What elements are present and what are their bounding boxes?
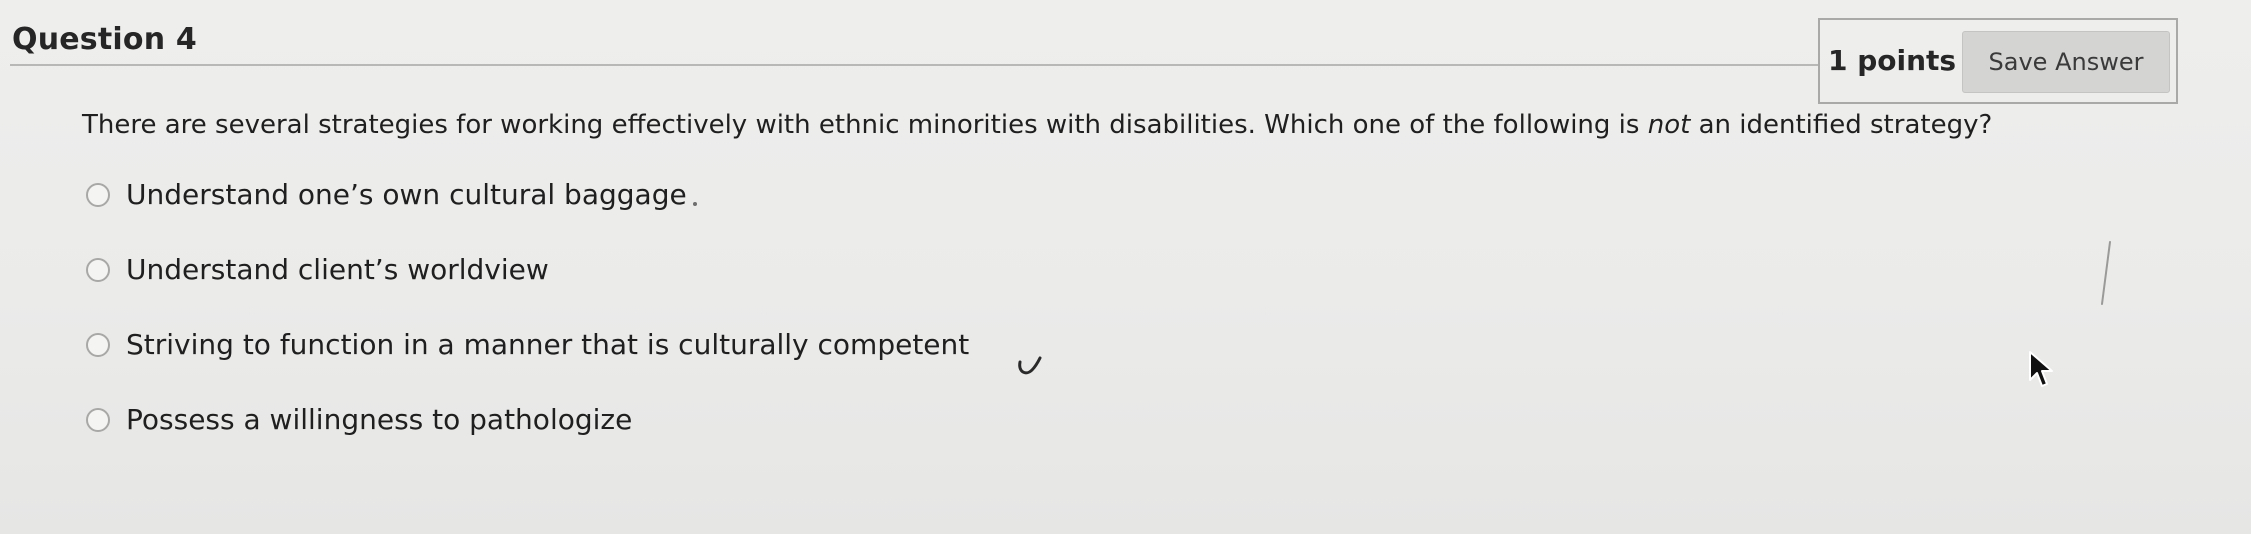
answer-option-label: Understand client’s worldview [126,253,549,286]
mouse-pointer-icon [2029,351,2053,387]
answer-option[interactable]: Possess a willingness to pathologize [86,403,632,436]
answer-option-label: Understand one’s own cultural baggage [126,178,687,211]
radio-unselected-icon[interactable] [86,257,110,282]
title-divider [10,64,1818,66]
pen-line-mark [2101,241,2111,305]
answer-option[interactable]: Understand client’s worldview [86,253,549,286]
question-text-after: an identified strategy? [1690,110,1993,140]
answer-option-label: Possess a willingness to pathologize [126,403,633,436]
points-box-border [2176,18,2178,104]
answer-option[interactable]: Understand one’s own cultural baggage [86,178,687,211]
pen-mark [1018,356,1042,375]
points-label: 1 points [1828,44,1957,77]
radio-unselected-icon[interactable] [86,407,110,432]
points-box-border [1818,102,2178,104]
radio-unselected-icon[interactable] [86,332,110,357]
question-text-emphasis: not [1647,110,1691,140]
question-prompt: There are several strategies for working… [82,110,1992,140]
question-title: Question 4 [12,22,197,57]
save-answer-button[interactable]: Save Answer [1962,31,2170,93]
question-text-before: There are several strategies for working… [82,110,1648,140]
stray-mark [693,202,697,206]
answer-option[interactable]: Striving to function in a manner that is… [86,328,969,361]
answer-option-label: Striving to function in a manner that is… [126,328,970,361]
radio-unselected-icon[interactable] [86,182,110,207]
